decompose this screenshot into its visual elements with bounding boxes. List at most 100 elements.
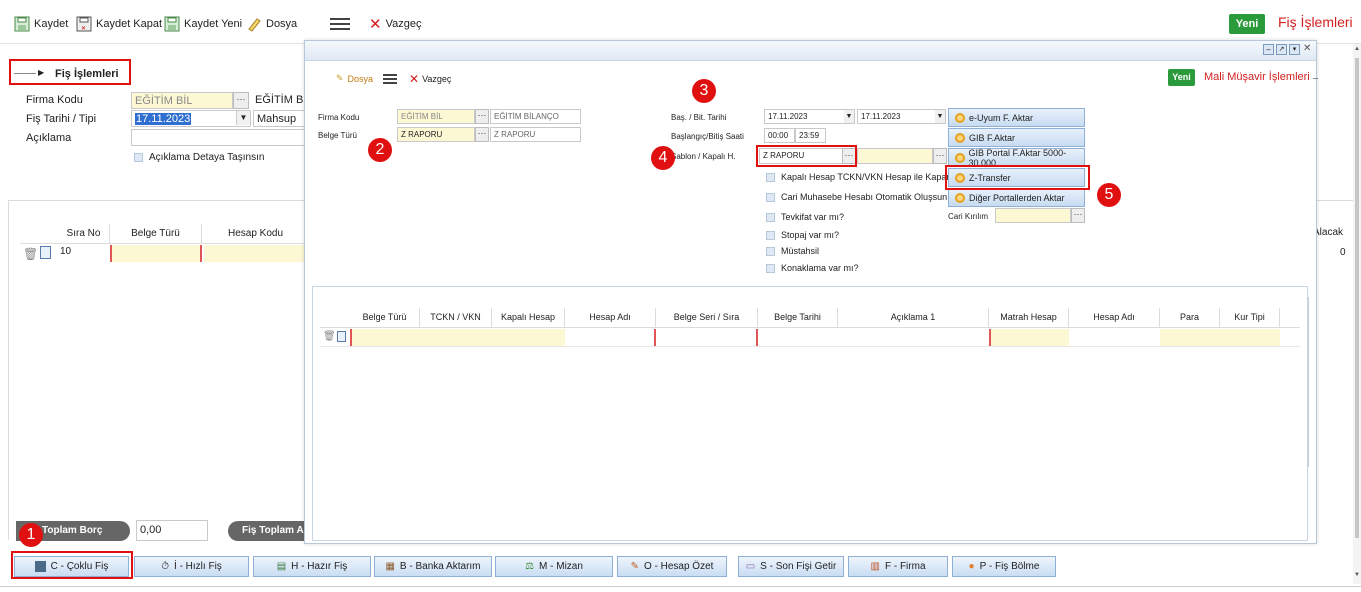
cell-kapali-hesap[interactable] (492, 329, 565, 346)
check-label: Konaklama var mı? (781, 263, 859, 273)
date-input[interactable]: 17.11.2023 (131, 110, 251, 127)
modal-date-end[interactable]: 17.11.2023 (857, 109, 946, 124)
tab-fis-bolme[interactable]: ● P - Fiş Bölme (952, 556, 1056, 577)
cell-belge-turu[interactable] (350, 329, 420, 346)
save-close-button[interactable]: ✕ Kaydet Kapat (76, 14, 162, 34)
diger-portallar-button[interactable]: Diğer Portallerden Aktar (948, 188, 1085, 207)
modal-time-label: Başlangıç/Bitiş Saati (671, 132, 744, 141)
button-label: e-Uyum F. Aktar (969, 112, 1034, 123)
modal-file-button[interactable]: ✎ Dosya (336, 73, 373, 84)
tab-hesap-ozet[interactable]: ✎ O - Hesap Özet (617, 556, 727, 577)
check-tevkifat[interactable]: Tevkifat var mı? (766, 212, 844, 222)
modal-belge-lookup[interactable]: ··· (475, 127, 489, 142)
doc-icon[interactable] (337, 331, 346, 342)
doc-icon[interactable] (40, 246, 51, 259)
modal-title-line (1313, 78, 1318, 79)
cell-tckn[interactable] (420, 329, 492, 346)
cell-belge-tarihi[interactable] (758, 329, 838, 346)
date-start-dropdown-icon[interactable]: ▼ (844, 110, 854, 123)
modal-belge-label: Belge Türü (318, 131, 357, 140)
badge-2: 2 (368, 138, 392, 162)
modal-time-start[interactable]: 00:00 (764, 128, 795, 143)
check-kapali-hesap[interactable]: Kapalı Hesap TCKN/VKN Hesap ile Kapansın (766, 172, 963, 182)
highlight-z-transfer (945, 165, 1090, 190)
floppy-new-icon (164, 16, 180, 32)
row-hesap-cell[interactable] (204, 245, 310, 262)
firma-code-input[interactable]: EĞİTİM BİL (131, 92, 233, 109)
scroll-thumb[interactable] (1355, 58, 1359, 538)
scroll-down-icon[interactable]: ▼ (1354, 572, 1360, 578)
cell-matrah[interactable] (989, 329, 1069, 346)
col-aciklama: Açıklama 1 (838, 308, 989, 327)
alacak-value: 0 (1340, 247, 1346, 258)
e-uyum-aktar-button[interactable]: e-Uyum F. Aktar (948, 108, 1085, 127)
tab-banka-aktarim[interactable]: ▦ B - Banka Aktarım (374, 556, 492, 577)
modal-sablon-label: Şablon / Kapalı H. (671, 152, 736, 161)
refresh-icon (955, 112, 965, 123)
save-button[interactable]: Kaydet (14, 14, 68, 34)
tab-hizli-fis[interactable]: ⏱ İ - Hızlı Fiş (134, 556, 249, 577)
type-select[interactable]: Mahsup (253, 110, 305, 127)
modal-menu-icon[interactable] (383, 74, 399, 85)
restore-icon[interactable]: ↗ (1276, 44, 1287, 55)
date-end-dropdown-icon[interactable]: ▼ (935, 110, 945, 123)
col-kur-tipi: Kur Tipi (1220, 308, 1280, 327)
cancel-label: Vazgeç (385, 18, 422, 30)
col-alacak: Alacak (1313, 227, 1344, 238)
badge-4: 4 (651, 146, 675, 170)
desc-input[interactable] (131, 129, 305, 146)
save-new-button[interactable]: Kaydet Yeni (164, 14, 242, 34)
modal-cari-lookup[interactable]: ··· (1071, 208, 1085, 223)
check-konaklama[interactable]: Konaklama var mı? (766, 263, 859, 273)
tab-mizan[interactable]: ⚖ M - Mizan (495, 556, 613, 577)
check-stopaj[interactable]: Stopaj var mı? (766, 230, 839, 240)
desc-detail-checkbox[interactable]: Açıklama Detaya Taşınsın (134, 152, 264, 163)
modal-new-button[interactable]: Yeni (1168, 69, 1195, 86)
scroll-up-icon[interactable]: ▲ (1354, 46, 1360, 52)
cancel-button[interactable]: ✕ Vazgeç (369, 14, 421, 34)
total-borc-value: 0,00 (136, 520, 208, 541)
file-button[interactable]: Dosya (246, 14, 297, 34)
highlight-coklu-fis (11, 551, 133, 579)
modal-kapali-lookup[interactable]: ··· (933, 148, 947, 164)
modal-time-end[interactable]: 23:59 (795, 128, 826, 143)
minimize-icon[interactable]: – (1263, 44, 1274, 55)
refresh-icon (955, 132, 965, 143)
new-button[interactable]: Yeni (1229, 14, 1265, 34)
refresh-icon (955, 152, 965, 163)
date-value: 17.11.2023 (135, 113, 192, 125)
modal-date-start[interactable]: 17.11.2023 (764, 109, 855, 124)
menu-icon[interactable] (330, 17, 352, 31)
bank-icon: ▦ (385, 561, 395, 572)
check-mustahsil[interactable]: Müstahsil (766, 246, 819, 256)
trash-icon[interactable]: 🗑 (323, 331, 336, 342)
dropdown-icon[interactable]: ▾ (1289, 44, 1300, 55)
trash-icon[interactable]: 🗑 (23, 247, 38, 261)
modal-firma-code[interactable]: EĞİTİM BİL (397, 109, 475, 124)
tab-son-fis[interactable]: ▭ S - Son Fişi Getir (738, 556, 844, 577)
cell-kur-tipi[interactable] (1220, 329, 1280, 346)
date-dropdown-icon[interactable]: ▼ (236, 111, 250, 125)
check-cari-muhasebe[interactable]: Cari Muhasebe Hesabı Otomatik Oluşsun (766, 192, 947, 202)
cell-para[interactable] (1160, 329, 1220, 346)
tab-hazir-fis[interactable]: ▤ H - Hazır Fiş (253, 556, 371, 577)
cell-belge-seri[interactable] (656, 329, 758, 346)
gib-aktar-button[interactable]: GIB F.Aktar (948, 128, 1085, 147)
cell-hesap-adi[interactable] (565, 329, 656, 346)
modal-close-icon[interactable]: ✕ (1303, 43, 1311, 54)
table-row[interactable]: 🗑 10 (20, 245, 310, 263)
modal-belge-code[interactable]: Z RAPORU (397, 127, 475, 142)
modal-firma-lookup[interactable]: ··· (475, 109, 489, 124)
tab-firma[interactable]: ▥ F - Firma (848, 556, 948, 577)
modal-kapali-input[interactable] (857, 148, 933, 164)
checkbox-box (766, 230, 775, 240)
firma-lookup-button[interactable]: ··· (233, 92, 249, 109)
tab-label: F - Firma (884, 561, 926, 572)
row-belge-cell[interactable] (110, 245, 202, 262)
table-row[interactable]: 🗑 (320, 329, 1300, 347)
modal-cancel-button[interactable]: ✕ Vazgeç (409, 72, 451, 86)
close-icon: ✕ (409, 72, 420, 86)
page-scrollbar[interactable]: ▲ ▼ (1353, 44, 1361, 584)
modal-scrollbar[interactable] (1308, 297, 1309, 467)
modal-cari-input[interactable] (995, 208, 1071, 223)
